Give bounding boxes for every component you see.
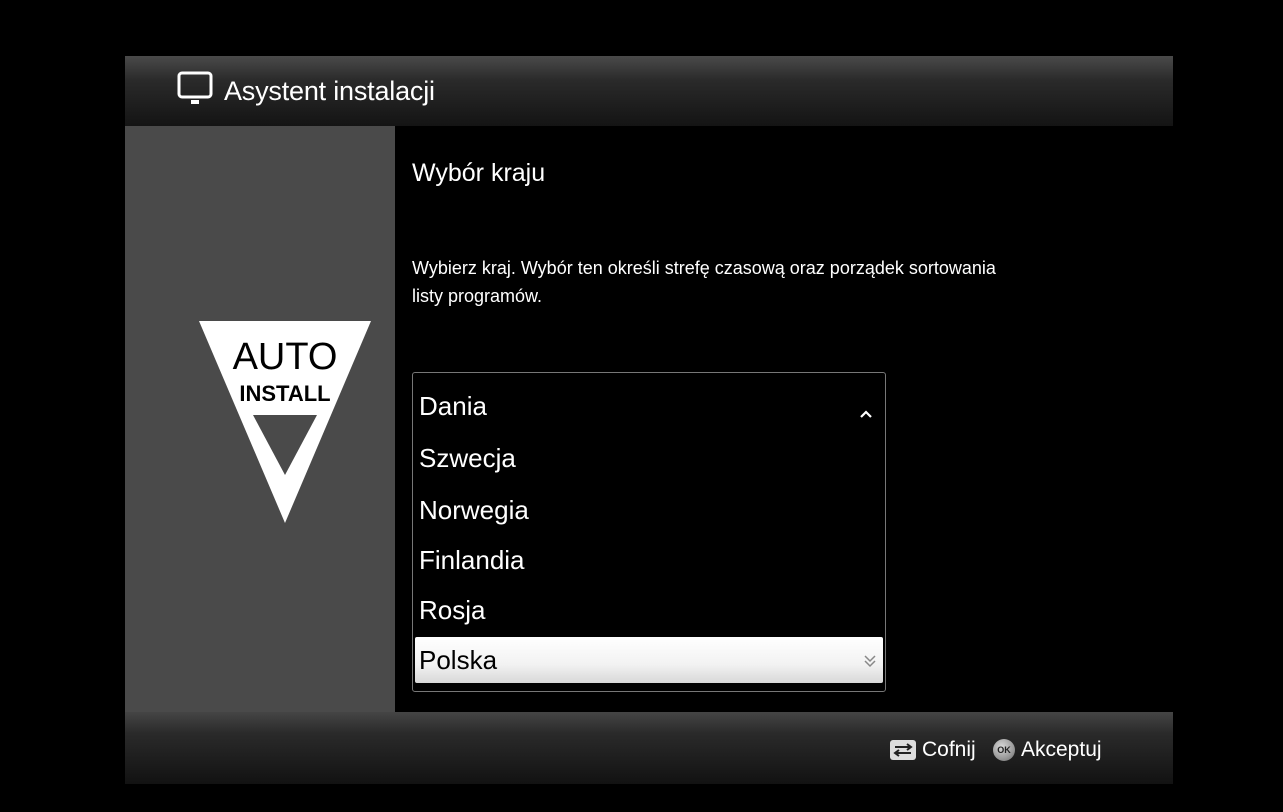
description-line-1: Wybierz kraj. Wybór ten określi strefę c… <box>412 258 996 278</box>
scroll-down-icon[interactable] <box>863 654 877 668</box>
logo-line1: AUTO <box>233 336 338 378</box>
header-bar: Asystent instalacji <box>125 56 1173 126</box>
list-item-polska[interactable]: Polska <box>415 637 883 683</box>
list-item-label: Norwegia <box>419 495 529 525</box>
ok-icon: OK <box>993 739 1015 761</box>
install-wizard-screen: Asystent instalacji AUTO INSTALL Wybór k… <box>0 0 1283 812</box>
back-label: Cofnij <box>922 738 976 761</box>
list-item-label: Finlandia <box>419 545 525 575</box>
list-item-label: Dania <box>419 391 487 421</box>
list-item-norwegia[interactable]: Norwegia <box>415 487 883 533</box>
main-content: Wybór kraju Wybierz kraj. Wybór ten okre… <box>395 126 1173 712</box>
list-item-dania[interactable]: Dania <box>415 383 883 429</box>
logo-line2: INSTALL <box>239 381 330 406</box>
tv-icon <box>177 71 213 104</box>
list-item-rosja[interactable]: Rosja <box>415 587 883 633</box>
description-text: Wybierz kraj. Wybór ten określi strefę c… <box>412 254 1112 310</box>
list-item-label: Rosja <box>419 595 486 625</box>
back-arrows-icon <box>890 740 916 760</box>
list-item-finlandia[interactable]: Finlandia <box>415 537 883 583</box>
description-line-2: listy programów. <box>412 286 543 306</box>
scroll-up-icon[interactable] <box>859 409 873 419</box>
side-panel: AUTO INSTALL <box>125 126 395 712</box>
auto-install-logo: AUTO INSTALL <box>199 321 371 523</box>
back-button[interactable]: Cofnij <box>890 736 976 764</box>
list-item-label: Szwecja <box>419 443 516 473</box>
footer-bar: Cofnij OK Akceptuj <box>125 712 1173 784</box>
section-title: Wybór kraju <box>412 159 546 187</box>
country-list[interactable]: Dania Szwecja Norwegia Finlandia Rosja P… <box>412 372 886 692</box>
page-title: Asystent instalacji <box>224 76 435 106</box>
accept-button[interactable]: OK Akceptuj <box>993 736 1102 764</box>
list-item-label: Polska <box>419 645 498 675</box>
accept-label: Akceptuj <box>1021 738 1102 761</box>
list-item-szwecja[interactable]: Szwecja <box>415 435 883 481</box>
